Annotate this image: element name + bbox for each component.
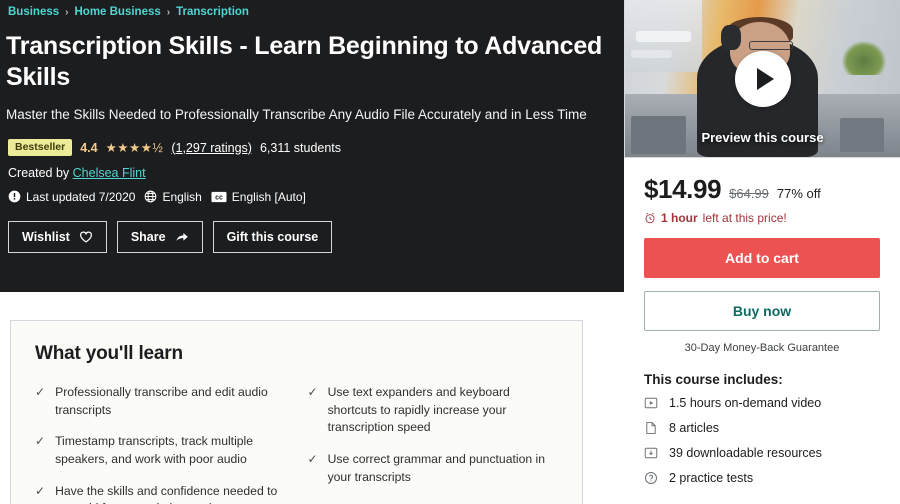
course-subtitle: Master the Skills Needed to Professional…	[6, 107, 587, 122]
alarm-clock-icon	[644, 212, 656, 224]
language-label: English	[162, 189, 202, 204]
share-arrow-icon	[175, 230, 189, 244]
list-item: ✓ Professionally transcribe and edit aud…	[35, 384, 286, 419]
author-link[interactable]: Chelsea Flint	[73, 166, 146, 180]
price-urgency-notice: 1 hour left at this price!	[644, 211, 880, 225]
share-label: Share	[130, 229, 166, 244]
list-item: ✓ Have the skills and confidence needed …	[35, 483, 286, 504]
urgency-time: 1 hour	[661, 211, 698, 225]
add-to-cart-button[interactable]: Add to cart	[644, 238, 880, 278]
preview-this-course-label: Preview this course	[701, 130, 824, 145]
last-updated-label: Last updated 7/2020	[26, 189, 136, 204]
money-back-guarantee: 30-Day Money-Back Guarantee	[684, 342, 840, 354]
article-icon	[644, 421, 658, 435]
captions-label: English [Auto]	[231, 189, 306, 204]
original-price: $64.99	[729, 186, 769, 201]
list-item: 1.5 hours on-demand video	[644, 396, 880, 410]
list-item-label: Have the skills and confidence needed to…	[55, 483, 278, 504]
video-icon	[644, 396, 658, 410]
course-includes-list: 1.5 hours on-demand video 8 articles 39 …	[644, 396, 880, 485]
globe-icon	[144, 190, 157, 203]
course-meta-row: Last updated 7/2020 English cc English […	[6, 190, 610, 204]
last-updated-meta: Last updated 7/2020	[8, 190, 135, 204]
price-row: $14.99 $64.99 77% off	[644, 174, 880, 205]
list-item: ✓ Timestamp transcripts, track multiple …	[35, 433, 286, 468]
heart-icon	[79, 230, 93, 244]
rating-value: 4.4	[80, 140, 98, 155]
list-item-label: Use correct grammar and punctuation in y…	[327, 452, 546, 484]
check-icon: ✓	[307, 452, 318, 467]
gift-this-course-button[interactable]: Gift this course	[212, 220, 333, 253]
what-you-will-learn-grid: ✓ Professionally transcribe and edit aud…	[35, 384, 558, 504]
wishlist-label: Wishlist	[22, 229, 70, 244]
breadcrumb-item-transcription[interactable]: Transcription	[176, 6, 249, 18]
bestseller-badge: Bestseller	[8, 139, 73, 156]
learn-column-right: ✓ Use text expanders and keyboard shortc…	[308, 384, 559, 504]
author-row: Created by Chelsea Flint	[6, 166, 610, 180]
course-hero-header: Business › Home Business › Transcription…	[0, 0, 624, 292]
rating-row: Bestseller 4.4 ★★★★½ (1,297 ratings) 6,3…	[6, 139, 610, 156]
list-item: ✓ Use correct grammar and punctuation in…	[308, 451, 559, 486]
list-item-label: Use text expanders and keyboard shortcut…	[327, 385, 510, 435]
list-item: ✓ Use text expanders and keyboard shortc…	[308, 384, 559, 437]
learn-column-left: ✓ Professionally transcribe and edit aud…	[35, 384, 286, 504]
urgency-text: left at this price!	[702, 211, 787, 225]
students-count: 6,311 students	[259, 140, 342, 155]
list-item-label: 1.5 hours on-demand video	[669, 396, 822, 410]
breadcrumb: Business › Home Business › Transcription	[6, 6, 610, 18]
wishlist-button[interactable]: Wishlist	[8, 220, 107, 253]
ratings-count-link[interactable]: (1,297 ratings)	[171, 141, 252, 155]
exclamation-circle-icon	[8, 190, 21, 203]
list-item-label: 2 practice tests	[669, 471, 754, 485]
breadcrumb-separator-icon: ›	[65, 6, 69, 18]
download-icon	[644, 446, 658, 460]
course-includes-title: This course includes:	[644, 372, 783, 387]
share-button[interactable]: Share	[116, 220, 203, 253]
gift-label: Gift this course	[226, 229, 319, 244]
breadcrumb-item-home-business[interactable]: Home Business	[74, 6, 160, 18]
list-item: 39 downloadable resources	[644, 446, 880, 460]
list-item: 8 articles	[644, 421, 880, 435]
check-icon: ✓	[307, 385, 318, 399]
list-item-label: 8 articles	[669, 421, 720, 435]
created-by-label: Created by	[8, 165, 70, 180]
language-meta: English	[144, 189, 202, 204]
list-item-label: 39 downloadable resources	[669, 446, 822, 460]
check-icon: ✓	[35, 385, 46, 399]
quiz-icon	[644, 471, 658, 485]
list-item-label: Timestamp transcripts, track multiple sp…	[55, 434, 254, 467]
current-price: $14.99	[644, 174, 722, 204]
star-rating-icon: ★★★★½	[105, 141, 164, 155]
course-landing-page: Business › Home Business › Transcription…	[0, 0, 900, 504]
captions-meta: cc English [Auto]	[211, 190, 306, 204]
course-preview-video[interactable]: Preview this course	[624, 0, 900, 158]
closed-caption-icon: cc	[211, 191, 227, 203]
hero-action-buttons: Wishlist Share Gift this course	[6, 220, 610, 253]
list-item: 2 practice tests	[644, 471, 880, 485]
play-button-icon[interactable]	[734, 50, 791, 107]
svg-text:cc: cc	[215, 194, 223, 201]
purchase-panel: $14.99 $64.99 77% off 1 hour left at thi…	[624, 158, 900, 504]
page-title: Transcription Skills - Learn Beginning t…	[6, 32, 603, 91]
discount-percent: 77% off	[776, 186, 821, 201]
what-you-will-learn-card: What you'll learn ✓ Professionally trans…	[10, 320, 583, 504]
buy-now-button[interactable]: Buy now	[644, 291, 880, 331]
list-item-label: Professionally transcribe and edit audio…	[55, 385, 268, 417]
check-icon: ✓	[35, 483, 46, 498]
check-icon: ✓	[35, 434, 46, 449]
breadcrumb-separator-icon: ›	[166, 6, 171, 18]
what-you-will-learn-title: What you'll learn	[35, 343, 183, 364]
breadcrumb-item-business[interactable]: Business	[8, 6, 59, 18]
